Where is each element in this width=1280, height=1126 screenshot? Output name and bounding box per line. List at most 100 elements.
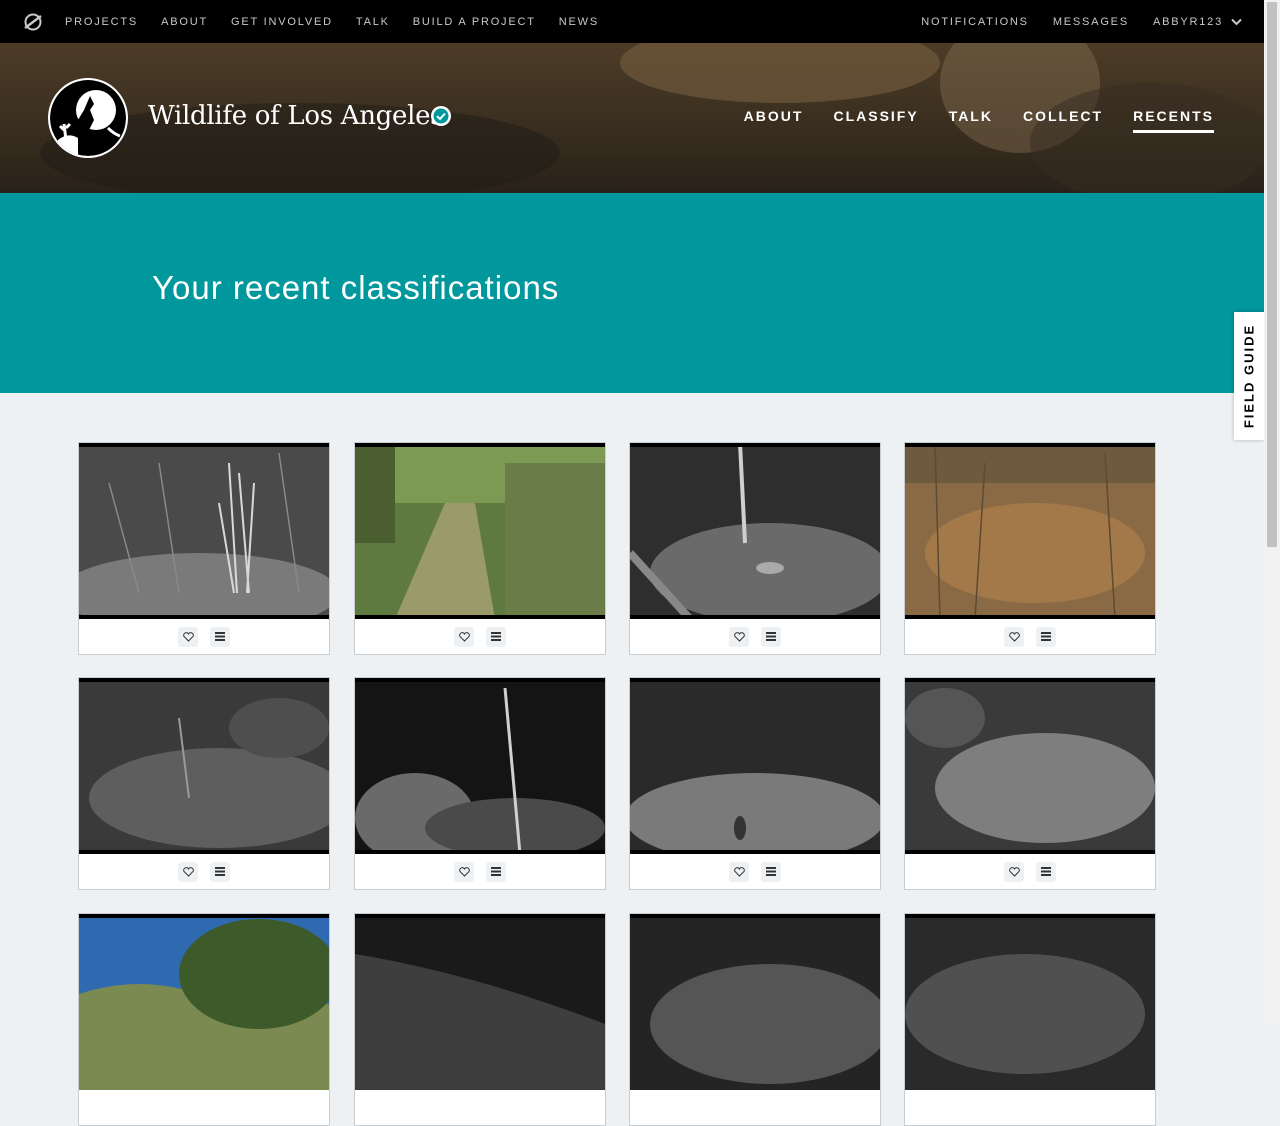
favorite-button[interactable] (454, 626, 474, 647)
card-actions (79, 854, 329, 889)
project-nav-collect[interactable]: COLLECT (1023, 108, 1103, 133)
subject-thumbnail[interactable] (630, 914, 880, 1090)
card-actions (630, 619, 880, 654)
project-nav-about[interactable]: ABOUT (744, 108, 804, 133)
card-actions (905, 619, 1155, 654)
nav-link-talk[interactable]: TALK (356, 16, 390, 28)
favorite-button[interactable] (178, 626, 198, 647)
subject-thumbnail[interactable] (630, 678, 880, 854)
image-timestamp-bar (905, 443, 1155, 447)
field-guide-tab[interactable]: FIELD GUIDE (1234, 312, 1264, 440)
recent-card (354, 913, 606, 1126)
heart-icon (733, 866, 745, 877)
subject-thumbnail[interactable] (630, 443, 880, 619)
collect-button[interactable] (486, 626, 506, 647)
page-title: Your recent classifications (152, 269, 560, 306)
check-badge-icon (431, 106, 451, 126)
notifications-link[interactable]: NOTIFICATIONS (921, 16, 1029, 28)
project-title[interactable]: Wildlife of Los Angeles (148, 101, 444, 131)
heart-icon (458, 631, 470, 642)
collect-button[interactable] (761, 626, 781, 647)
image-timestamp-bar (630, 443, 880, 447)
messages-link[interactable]: MESSAGES (1053, 16, 1129, 28)
subject-image (905, 914, 1155, 1090)
list-icon (491, 867, 501, 876)
subject-image (355, 914, 605, 1090)
list-icon (1041, 632, 1051, 641)
subject-image (905, 678, 1155, 854)
subject-image (79, 914, 329, 1090)
image-timestamp-bar (79, 443, 329, 447)
zooniverse-logo-icon[interactable] (23, 12, 43, 32)
subject-thumbnail[interactable] (355, 443, 605, 619)
subject-thumbnail[interactable] (905, 443, 1155, 619)
favorite-button[interactable] (729, 861, 749, 882)
subject-image (355, 443, 605, 619)
favorite-button[interactable] (729, 626, 749, 647)
user-menu[interactable]: ABBYR123 (1153, 16, 1242, 28)
collect-button[interactable] (210, 861, 230, 882)
card-actions (355, 619, 605, 654)
list-icon (215, 867, 225, 876)
page-scrollbar[interactable] (1264, 0, 1280, 1024)
image-timestamp-bar (79, 678, 329, 682)
heart-icon (1008, 631, 1020, 642)
scrollbar-thumb[interactable] (1267, 2, 1277, 547)
image-timestamp-bar (355, 443, 605, 447)
howling-coyote-logo-icon (50, 80, 126, 156)
image-timestamp-bar (355, 678, 605, 682)
subject-image (905, 443, 1155, 619)
recent-card (904, 677, 1156, 890)
heart-icon (733, 631, 745, 642)
project-nav-talk[interactable]: TALK (949, 108, 993, 133)
list-icon (766, 632, 776, 641)
subject-thumbnail[interactable] (79, 678, 329, 854)
heart-icon (458, 866, 470, 877)
image-timestamp-bar (905, 678, 1155, 682)
nav-link-get-involved[interactable]: GET INVOLVED (231, 16, 333, 28)
subject-thumbnail[interactable] (905, 678, 1155, 854)
recent-card (354, 677, 606, 890)
recent-card (629, 677, 881, 890)
card-actions (355, 854, 605, 889)
nav-link-news[interactable]: NEWS (559, 16, 599, 28)
nav-link-projects[interactable]: PROJECTS (65, 16, 138, 28)
favorite-button[interactable] (454, 861, 474, 882)
nav-link-about[interactable]: ABOUT (161, 16, 208, 28)
recent-card (629, 442, 881, 655)
subject-thumbnail[interactable] (905, 914, 1155, 1090)
collect-button[interactable] (210, 626, 230, 647)
collect-button[interactable] (1036, 626, 1056, 647)
nav-link-build-a-project[interactable]: BUILD A PROJECT (413, 16, 536, 28)
subject-thumbnail[interactable] (355, 914, 605, 1090)
card-actions (630, 854, 880, 889)
heart-icon (182, 631, 194, 642)
list-icon (215, 632, 225, 641)
project-nav-recents[interactable]: RECENTS (1133, 108, 1214, 133)
project-nav: ABOUT CLASSIFY TALK COLLECT RECENTS (714, 108, 1214, 133)
favorite-button[interactable] (1004, 861, 1024, 882)
subject-image (355, 678, 605, 854)
recent-card (629, 913, 881, 1126)
collect-button[interactable] (486, 861, 506, 882)
list-icon (766, 867, 776, 876)
subject-thumbnail[interactable] (79, 443, 329, 619)
project-nav-classify[interactable]: CLASSIFY (833, 108, 918, 133)
project-header: Wildlife of Los Angeles ABOUT CLASSIFY T… (0, 43, 1264, 193)
favorite-button[interactable] (1004, 626, 1024, 647)
global-nav: PROJECTS ABOUT GET INVOLVED TALK BUILD A… (0, 0, 1264, 43)
collect-button[interactable] (761, 861, 781, 882)
subject-thumbnail[interactable] (79, 914, 329, 1090)
username: ABBYR123 (1152, 15, 1223, 28)
list-icon (1041, 867, 1051, 876)
favorite-button[interactable] (178, 861, 198, 882)
heart-icon (1008, 866, 1020, 877)
subject-thumbnail[interactable] (355, 678, 605, 854)
subject-image (630, 914, 880, 1090)
chevron-down-icon (1231, 18, 1242, 25)
project-avatar[interactable] (48, 78, 128, 158)
image-timestamp-bar (630, 678, 880, 682)
recent-card (78, 442, 330, 655)
card-actions (79, 619, 329, 654)
collect-button[interactable] (1036, 861, 1056, 882)
